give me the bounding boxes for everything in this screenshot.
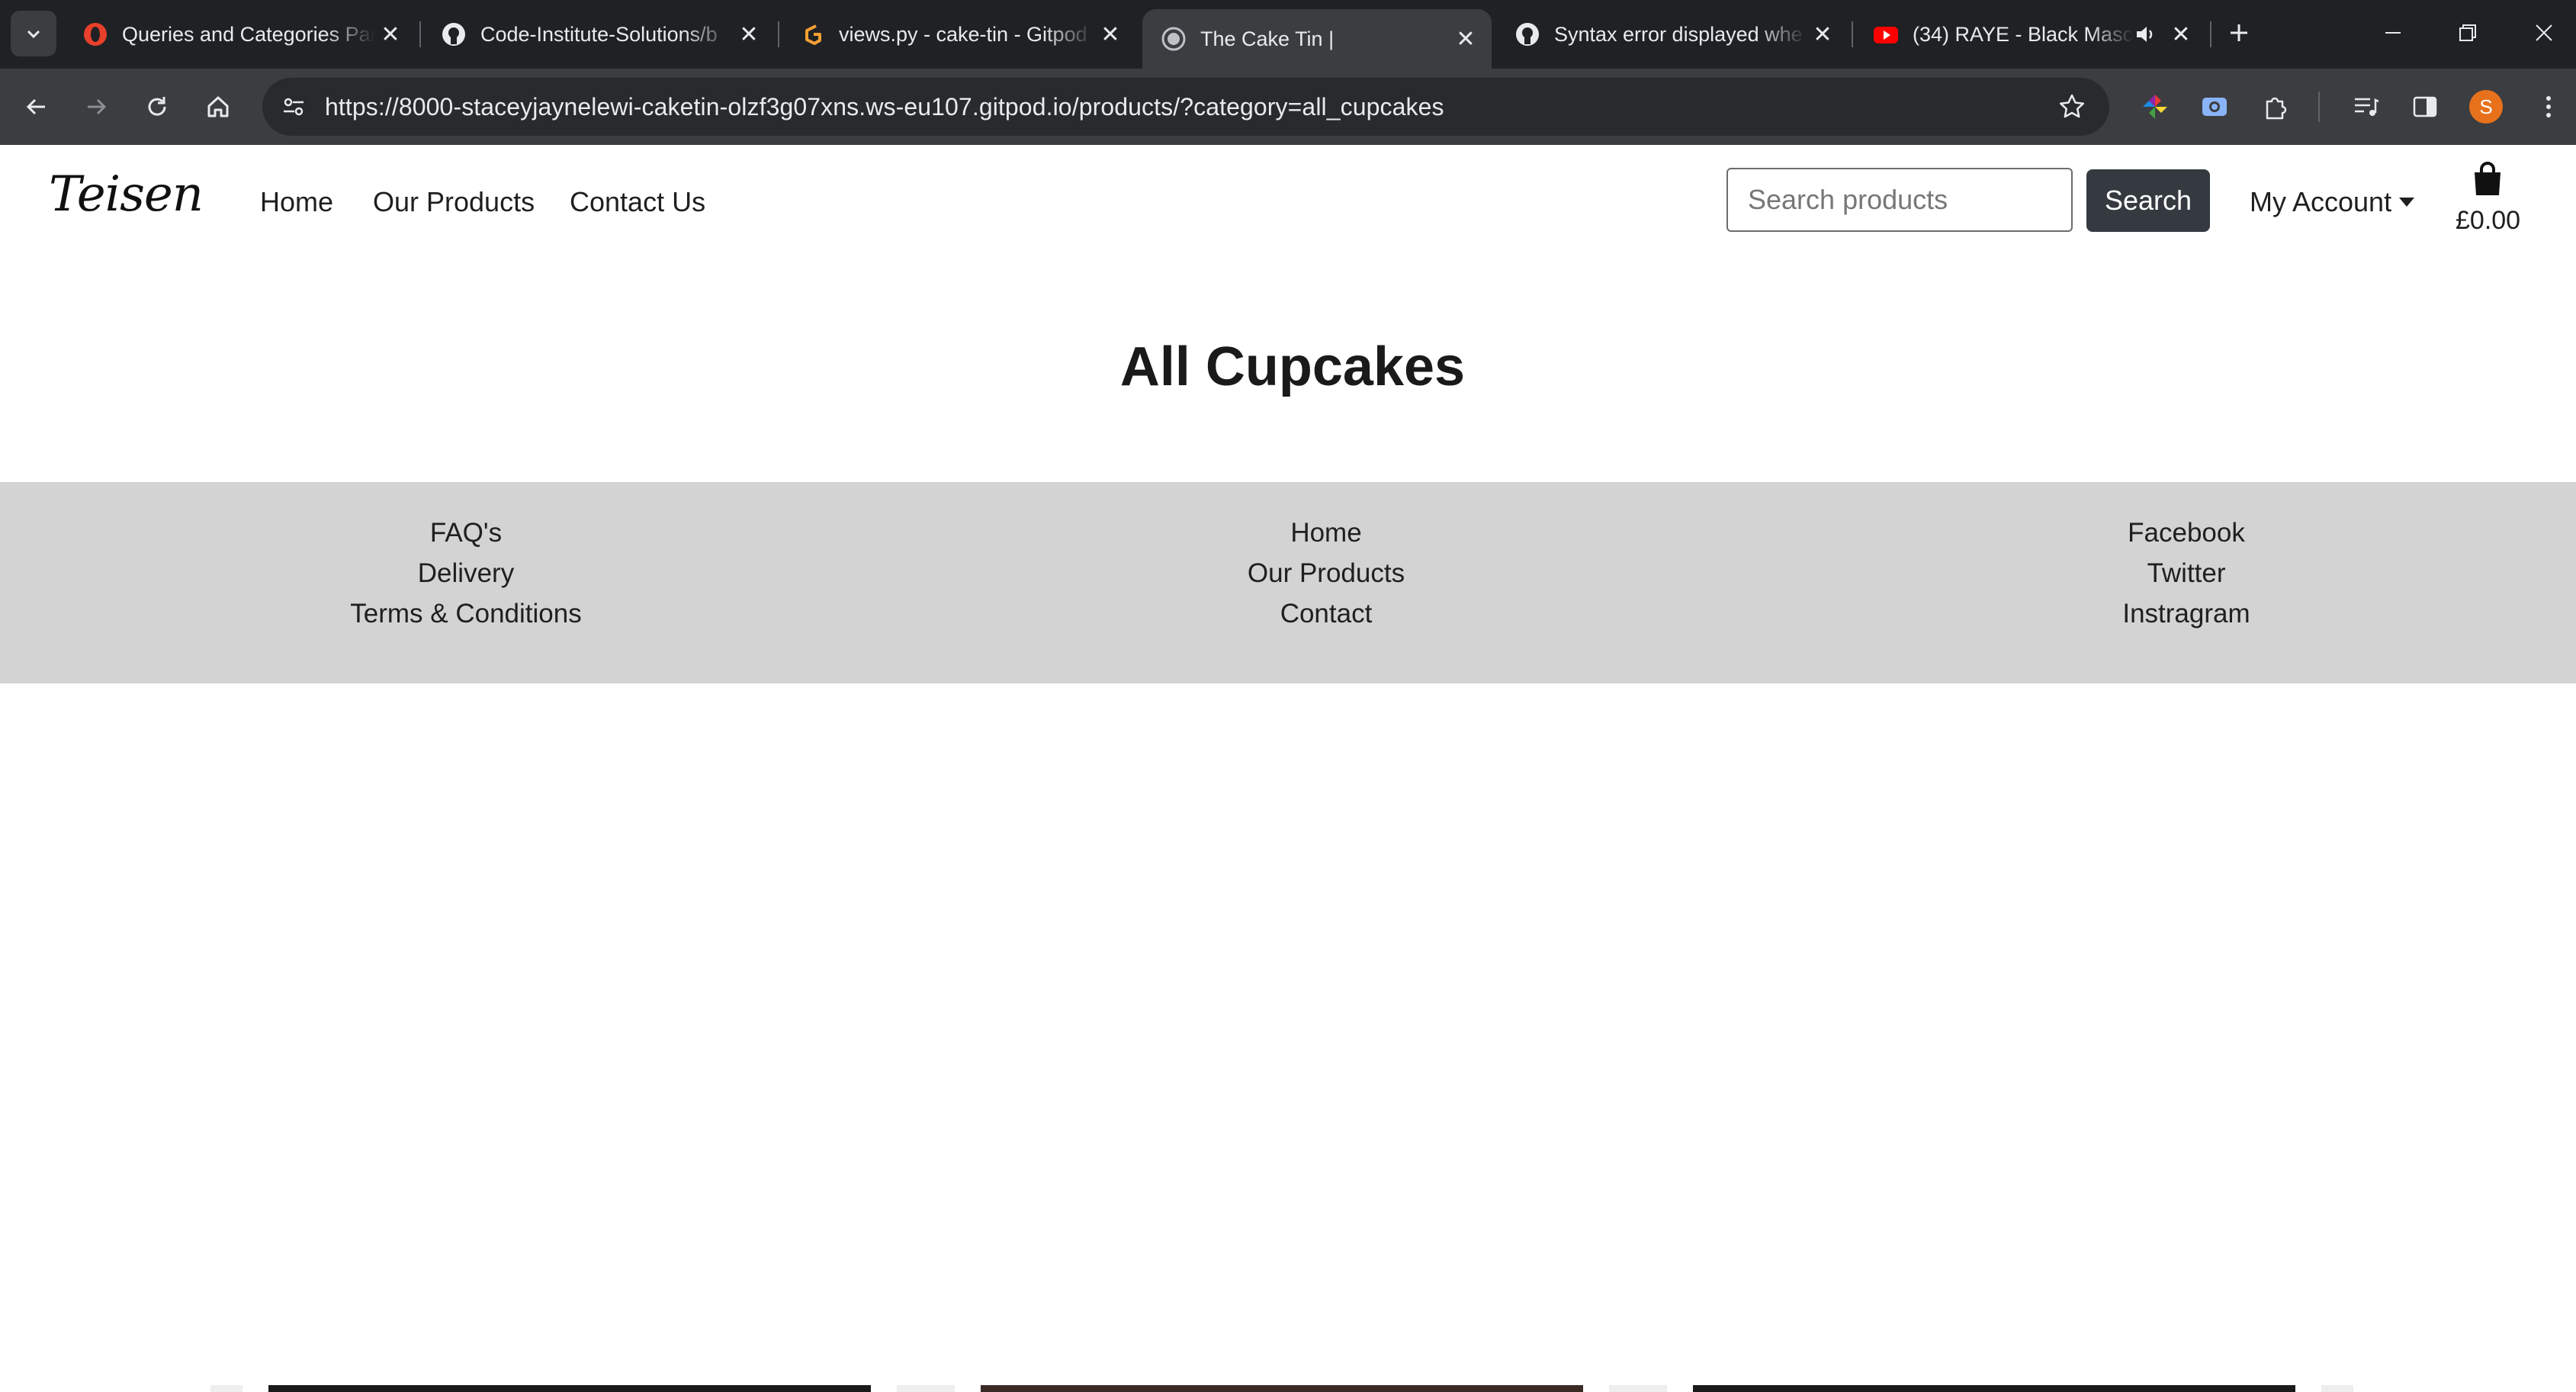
footer-link-twitter[interactable]: Twitter	[2147, 553, 2225, 593]
product-card-edge	[1609, 1385, 1667, 1392]
github-icon	[442, 23, 465, 46]
restore-icon	[2459, 24, 2476, 41]
footer-link-delivery[interactable]: Delivery	[418, 553, 514, 593]
close-icon	[2536, 24, 2552, 41]
tab-title: The Cake Tin |	[1200, 27, 1335, 50]
reload-icon	[148, 97, 166, 116]
page-title: All Cupcakes	[1119, 336, 1466, 397]
screen-capture-icon[interactable]	[2195, 87, 2234, 127]
browser-tab-code-institute[interactable]: Code-Institute-Solutions/b ✕	[422, 9, 775, 59]
product-card-image[interactable]	[1693, 1385, 2295, 1392]
url-text[interactable]: https://8000-staceyjaynelewi-caketin-olz…	[325, 93, 1444, 121]
address-bar[interactable]: https://8000-staceyjaynelewi-caketin-olz…	[262, 78, 2109, 136]
search-input[interactable]	[1726, 168, 2073, 232]
browser-tab-youtube[interactable]: (34) RAYE - Black Masc ✕	[1855, 9, 2207, 59]
reload-button[interactable]	[136, 85, 178, 128]
product-card-edge	[210, 1385, 243, 1392]
extensions-icon[interactable]	[2256, 87, 2295, 127]
close-icon[interactable]: ✕	[375, 19, 406, 50]
footer-link-faqs[interactable]: FAQ's	[430, 513, 502, 553]
kebab-menu-icon[interactable]	[2529, 87, 2568, 127]
my-account-dropdown[interactable]: My Account	[2250, 186, 2415, 218]
close-icon[interactable]: ✕	[734, 19, 764, 50]
minimize-button[interactable]	[2370, 14, 2416, 52]
forward-button[interactable]	[75, 85, 117, 128]
toolbar-divider	[2318, 92, 2320, 122]
tab-separator	[778, 21, 779, 47]
footer-link-products[interactable]: Our Products	[1248, 553, 1405, 593]
tab-title: Syntax error displayed whe	[1554, 22, 1803, 46]
shopping-bag-icon[interactable]	[2471, 162, 2504, 197]
youtube-icon	[1874, 27, 1898, 43]
product-card-image[interactable]	[981, 1385, 1583, 1392]
arrow-right-icon	[88, 98, 107, 115]
product-card-edge	[2321, 1385, 2353, 1392]
home-button[interactable]	[197, 85, 239, 128]
nav-home-link[interactable]: Home	[260, 186, 333, 218]
site-settings-icon[interactable]	[281, 94, 307, 120]
tab-separator	[2210, 21, 2211, 47]
tab-separator	[419, 21, 421, 47]
close-icon[interactable]: ✕	[1095, 19, 1126, 50]
site-logo[interactable]: Teisen	[49, 166, 204, 223]
media-control-icon[interactable]	[2346, 87, 2385, 127]
product-card-image[interactable]	[268, 1385, 871, 1392]
minimize-icon	[2385, 32, 2401, 34]
browser-tab-syntax-error[interactable]: Syntax error displayed whe ✕	[1496, 9, 1848, 59]
close-icon[interactable]: ✕	[2166, 19, 2196, 50]
site-header: Teisen Home Our Products Contact Us Sear…	[0, 145, 2576, 259]
tab-title: views.py - cake-tin - Gitpod	[839, 22, 1087, 46]
browser-tab-cake-tin[interactable]: The Cake Tin | ✕	[1142, 9, 1492, 69]
back-button[interactable]	[15, 85, 58, 128]
restore-button[interactable]	[2445, 14, 2491, 52]
github-icon	[1516, 23, 1539, 46]
star-icon[interactable]	[2057, 92, 2086, 121]
speaker-icon[interactable]	[2134, 23, 2157, 46]
tab-title: (34) RAYE - Black Masc	[1913, 22, 2134, 46]
profile-avatar[interactable]: S	[2469, 90, 2503, 124]
color-extension-icon[interactable]	[2135, 87, 2175, 127]
footer-social-column: Facebook Twitter Instragram	[1958, 513, 2415, 634]
browser-tab-queries[interactable]: Queries and Categories Par ✕	[64, 9, 416, 59]
cart-total[interactable]: £0.00	[2456, 206, 2520, 236]
site-footer: FAQ's Delivery Terms & Conditions Home O…	[0, 482, 2576, 683]
close-icon[interactable]: ✕	[1450, 24, 1481, 54]
footer-link-terms[interactable]: Terms & Conditions	[350, 593, 581, 634]
home-icon	[207, 96, 229, 117]
opera-red-icon	[84, 23, 107, 46]
footer-link-facebook[interactable]: Facebook	[2128, 513, 2245, 553]
browser-toolbar: https://8000-staceyjaynelewi-caketin-olz…	[0, 69, 2576, 145]
my-account-label: My Account	[2250, 186, 2392, 217]
footer-link-instagram[interactable]: Instragram	[2122, 593, 2250, 634]
tab-title: Queries and Categories Par	[122, 22, 375, 46]
search-button[interactable]: Search	[2086, 169, 2210, 232]
footer-nav-column: Home Our Products Contact	[1097, 513, 1555, 634]
nav-products-link[interactable]: Our Products	[373, 186, 535, 218]
tab-separator	[1852, 21, 1853, 47]
caret-down-icon	[2399, 198, 2415, 207]
browser-tab-gitpod[interactable]: views.py - cake-tin - Gitpod ✕	[781, 9, 1136, 59]
browser-tab-strip: Queries and Categories Par ✕ Code-Instit…	[0, 0, 2576, 69]
close-icon[interactable]: ✕	[1807, 19, 1838, 50]
globe-icon	[1161, 27, 1186, 51]
nav-contact-link[interactable]: Contact Us	[570, 186, 705, 218]
gitpod-icon	[805, 24, 821, 45]
tab-search-button[interactable]	[11, 11, 56, 56]
arrow-left-icon	[26, 98, 45, 115]
footer-link-home[interactable]: Home	[1290, 513, 1361, 553]
new-tab-button[interactable]	[2216, 14, 2262, 52]
footer-link-contact[interactable]: Contact	[1280, 593, 1373, 634]
product-card-edge	[897, 1385, 955, 1392]
window-close-button[interactable]	[2521, 14, 2567, 52]
tab-title: Code-Institute-Solutions/b	[480, 22, 718, 46]
plus-icon	[2231, 24, 2247, 41]
footer-info-column: FAQ's Delivery Terms & Conditions	[237, 513, 695, 634]
side-panel-icon[interactable]	[2405, 87, 2445, 127]
chevron-down-icon	[27, 30, 40, 39]
